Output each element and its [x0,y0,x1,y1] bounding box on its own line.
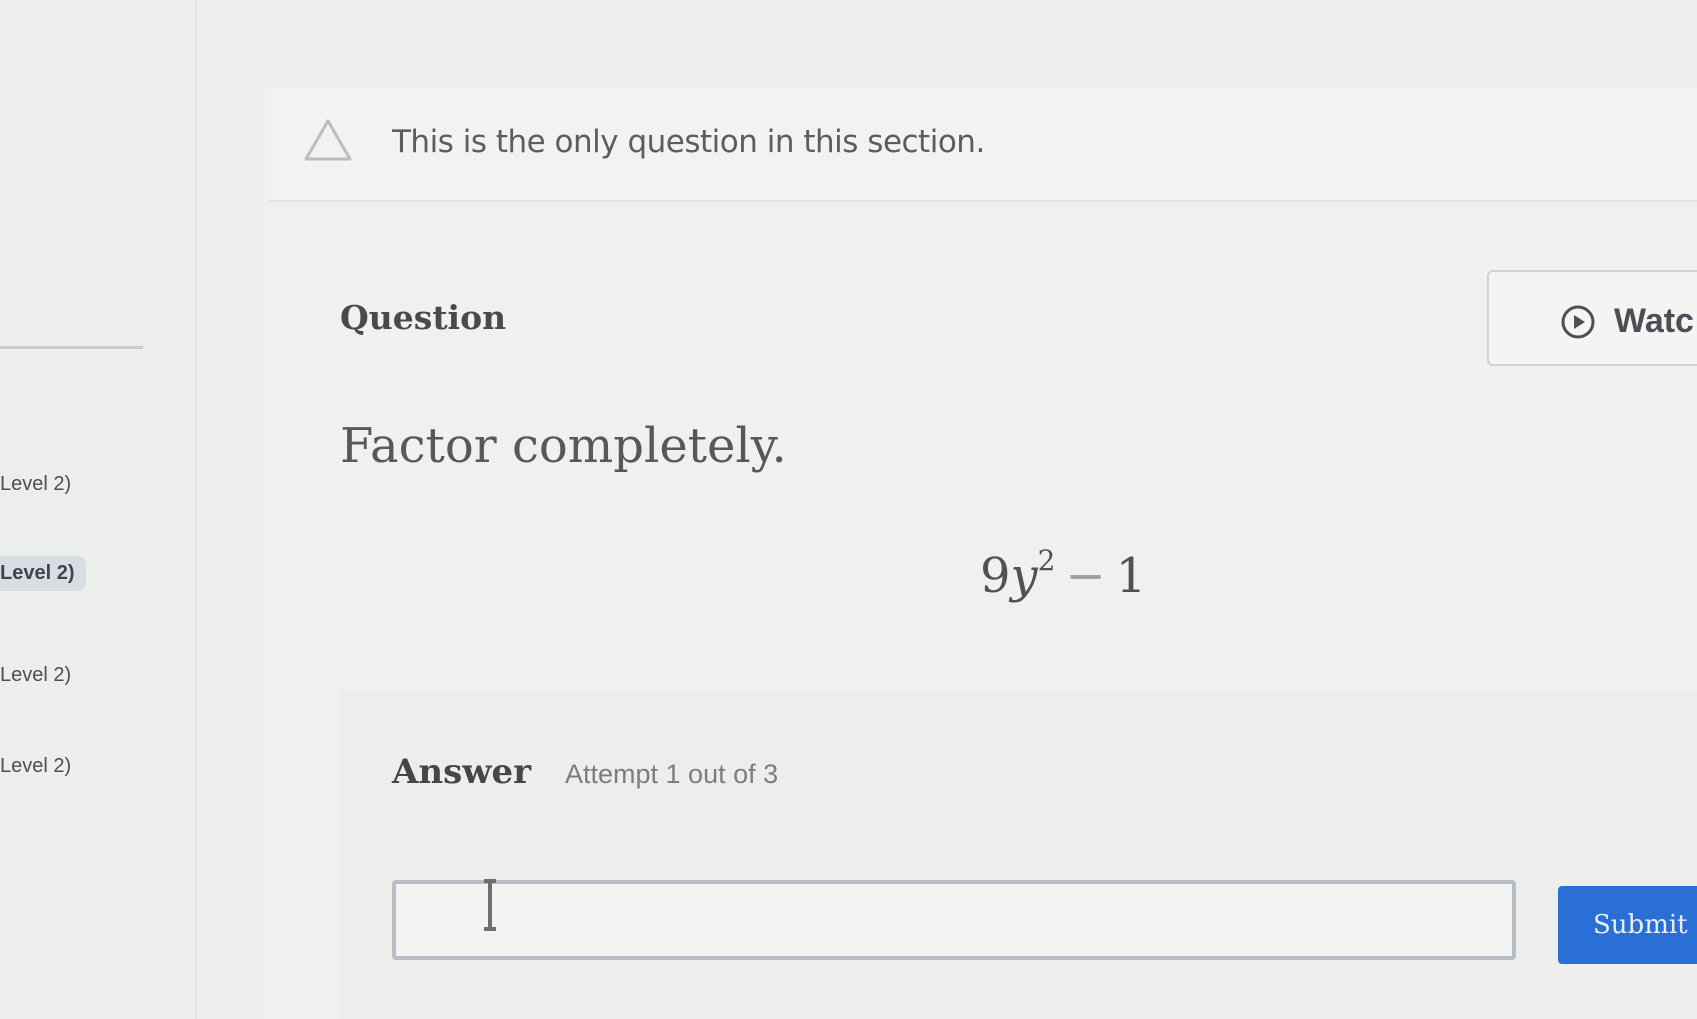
answer-heading: Answer [392,752,532,792]
expression-exponent: 2 [1037,544,1056,577]
notice-text: This is the only question in this sectio… [392,124,985,160]
sidebar-item-level[interactable]: Level 2) [0,749,83,784]
sidebar-item-level[interactable]: Level 2) [0,658,83,693]
expression-constant: 1 [1115,548,1147,604]
warning-icon [304,119,352,161]
answer-area [340,690,1697,1019]
watch-video-label[interactable]: Watc [1614,302,1694,341]
math-expression: 9y2−1 [980,544,1147,604]
submit-button[interactable]: Submit [1558,886,1697,964]
question-prompt: Factor completely. [340,418,787,474]
play-icon [1561,305,1595,339]
expression-operator: − [1065,548,1106,604]
expression-coefficient: 9 [980,548,1011,604]
sidebar-divider [0,346,143,349]
answer-input[interactable] [392,880,1516,960]
sidebar: Level 2) Level 2) Level 2) Level 2) [0,0,197,1019]
question-heading: Question [340,298,507,337]
attempt-counter: Attempt 1 out of 3 [565,759,779,789]
text-cursor-icon [484,879,496,931]
sidebar-item-level-active[interactable]: Level 2) [0,556,87,591]
expression-variable: y [1010,548,1038,604]
sidebar-item-level[interactable]: Level 2) [0,467,83,502]
